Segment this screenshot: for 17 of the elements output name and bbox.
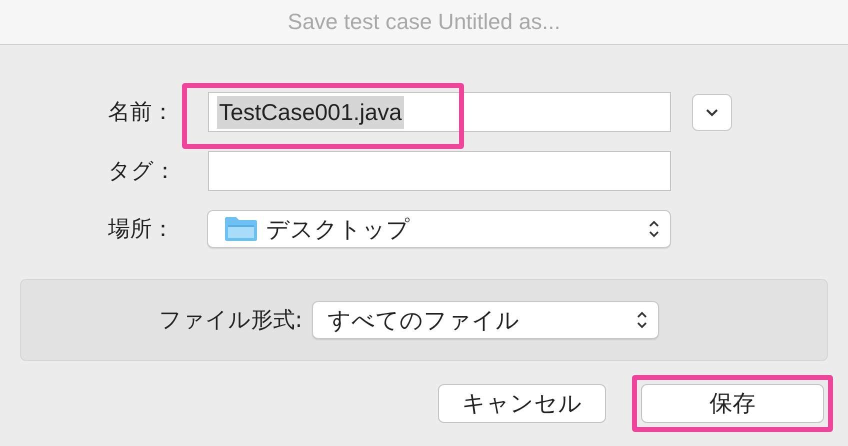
format-select[interactable]: すべてのファイル — [312, 301, 660, 339]
up-down-arrows-icon — [648, 219, 660, 239]
cancel-button[interactable]: キャンセル — [438, 384, 606, 423]
field-label: 場所： — [108, 216, 175, 244]
location-select[interactable]: デスクトップ — [207, 210, 671, 248]
field-value: TestCase001.java — [217, 96, 404, 128]
field-label: 名前： — [108, 99, 175, 127]
expand-button[interactable] — [692, 94, 732, 130]
folder-icon — [224, 216, 258, 242]
up-down-arrows-icon — [636, 310, 648, 330]
window-title: Save test case Untitled as... — [288, 9, 560, 35]
chevron-down-icon — [705, 108, 719, 116]
field-label: タグ： — [108, 158, 177, 186]
format-label: ファイル形式: — [159, 307, 302, 335]
save-button[interactable]: 保存 — [641, 384, 824, 423]
name-field[interactable]: TestCase001.java — [208, 92, 671, 132]
tags-field[interactable] — [208, 151, 671, 191]
